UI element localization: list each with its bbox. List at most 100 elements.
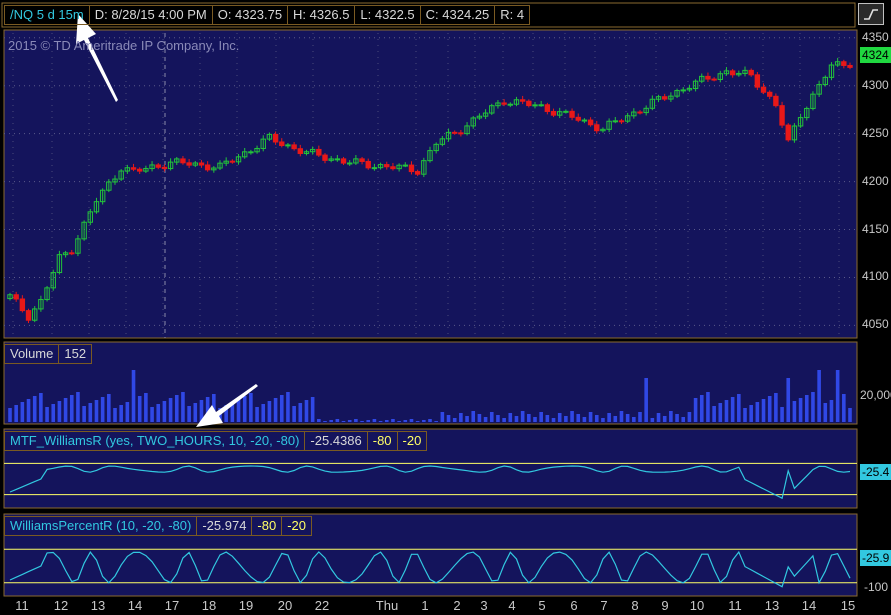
- volume-bar: [434, 421, 438, 422]
- volume-bar: [737, 394, 741, 422]
- date-label: D: 8/28/15 4:00 PM: [89, 5, 213, 25]
- symbol-label[interactable]: /NQ 5 d 15m: [4, 5, 90, 25]
- volume-bar: [273, 398, 278, 422]
- volume-bar: [391, 419, 395, 422]
- time-tick-label: 13: [764, 598, 780, 613]
- candle-body: [587, 119, 594, 126]
- candle-body: [272, 133, 279, 143]
- candle-body: [384, 164, 390, 168]
- candle-body: [180, 158, 186, 164]
- volume-bar: [675, 414, 679, 422]
- candle-body: [594, 124, 600, 132]
- time-tick-label: 19: [238, 598, 254, 613]
- candle-body: [285, 144, 291, 147]
- last-price-badge: 4324: [860, 47, 891, 63]
- volume-bar: [533, 417, 537, 422]
- volume-bar: [557, 413, 562, 422]
- volume-bar: [360, 421, 364, 422]
- volume-bar: [156, 404, 161, 422]
- volume-bar: [150, 407, 154, 422]
- volume-bar: [582, 417, 587, 422]
- candle-body: [198, 162, 205, 166]
- volume-bar: [267, 401, 272, 422]
- volume-bar: [317, 419, 321, 422]
- volume-bar: [403, 420, 408, 422]
- candle-body: [137, 168, 143, 172]
- volume-bar: [712, 406, 716, 422]
- candle-body: [19, 298, 26, 312]
- volume-bar: [187, 406, 191, 422]
- volume-bar: [279, 395, 284, 422]
- volume-bar: [706, 392, 710, 422]
- volume-bar: [137, 396, 142, 422]
- time-tick-label: 13: [90, 598, 106, 613]
- volume-bar: [545, 415, 550, 422]
- volume-bar: [718, 403, 723, 422]
- volume-bar: [69, 395, 74, 422]
- volume-bar: [613, 416, 618, 422]
- volume-bar: [829, 400, 834, 422]
- time-tick-label: 22: [314, 598, 330, 613]
- time-tick-label: 14: [127, 598, 143, 613]
- volume-bar: [842, 394, 846, 422]
- volume-bar: [174, 395, 179, 422]
- volume-bar: [119, 405, 123, 422]
- time-tick-label: 2: [453, 598, 461, 613]
- time-tick-label: Thu: [375, 598, 399, 613]
- volume-tick: 20,000: [860, 388, 891, 402]
- candle-body: [507, 103, 513, 106]
- candle-body: [316, 148, 322, 156]
- mtf-header: MTF_WilliamsR (yes, TWO_HOURS, 10, -20, …: [4, 431, 428, 451]
- volume-bar: [409, 419, 414, 422]
- mtf-value: -25.4386: [305, 431, 368, 451]
- volume-bar: [798, 398, 803, 422]
- candle-body: [680, 89, 686, 92]
- candle-body: [161, 166, 168, 170]
- candle-body: [501, 102, 507, 105]
- candle-body: [458, 132, 464, 135]
- volume-bar: [286, 392, 290, 422]
- candle-body: [334, 158, 341, 161]
- time-tick-label: 7: [600, 598, 608, 613]
- time-tick-label: 8: [631, 598, 639, 613]
- candle-body: [575, 116, 581, 121]
- volume-bar: [76, 392, 80, 422]
- mtf-badge: -25.4: [860, 464, 891, 480]
- volume-bar: [329, 420, 333, 422]
- volume-label[interactable]: Volume: [4, 344, 60, 364]
- volume-bar: [378, 421, 383, 422]
- volume-bar: [415, 421, 420, 422]
- volume-bar: [100, 397, 105, 422]
- candle-body: [847, 64, 853, 68]
- volume-bar: [650, 418, 655, 422]
- volume-bar: [502, 418, 506, 422]
- volume-bar: [94, 400, 99, 422]
- chart-style-button[interactable]: [858, 3, 884, 25]
- volume-bar: [335, 419, 340, 422]
- volume-bar: [162, 401, 167, 422]
- mtf-label[interactable]: MTF_WilliamsR (yes, TWO_HOURS, 10, -20, …: [4, 431, 306, 451]
- candle-body: [279, 141, 285, 146]
- copyright-text: 2015 © TD Ameritrade IP Company, Inc.: [8, 38, 240, 53]
- volume-bar: [588, 412, 593, 422]
- wr-label[interactable]: WilliamsPercentR (10, -20, -80): [4, 516, 198, 536]
- candle-body: [519, 99, 526, 102]
- volume-bar: [354, 419, 358, 422]
- volume-bar: [45, 407, 49, 422]
- candle-body: [569, 110, 575, 118]
- candle-body: [408, 164, 415, 173]
- volume-bar: [551, 418, 556, 422]
- volume-bar: [125, 402, 130, 422]
- candle-body: [563, 110, 569, 113]
- volume-bar: [428, 419, 432, 422]
- volume-bar: [792, 401, 797, 422]
- volume-bar: [452, 418, 457, 422]
- volume-bar: [514, 416, 519, 422]
- candle-body: [291, 144, 297, 150]
- candle-body: [359, 158, 365, 162]
- volume-bar: [26, 399, 31, 422]
- volume-bar: [168, 398, 173, 422]
- volume-bar: [644, 378, 648, 422]
- candle-body: [322, 154, 328, 161]
- volume-bar: [848, 408, 852, 422]
